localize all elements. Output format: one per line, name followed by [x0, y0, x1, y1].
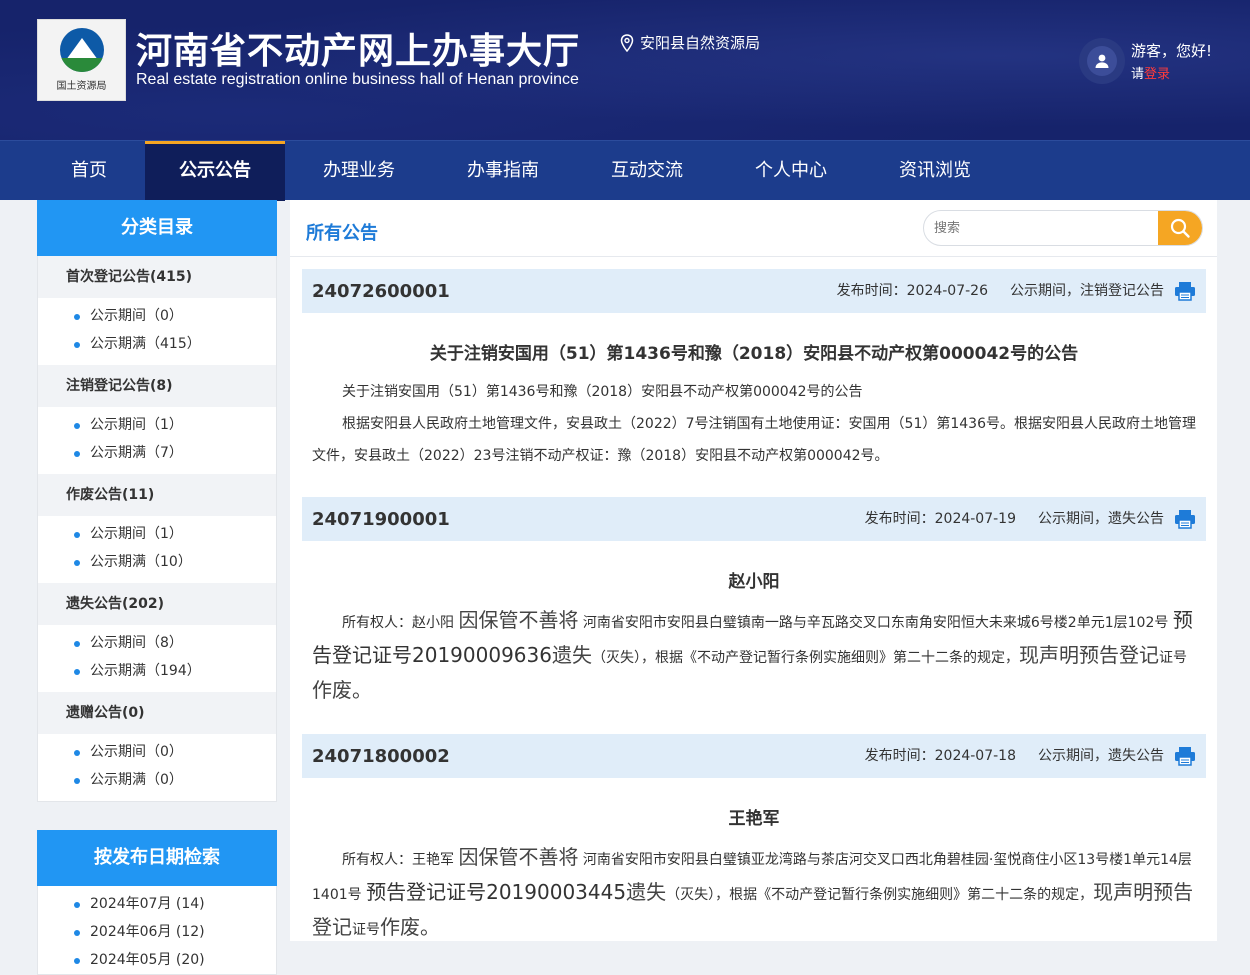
divider [290, 256, 1217, 257]
category-list: 首次登记公告(415) 公示期间（0） 公示期满（415） 注销登记公告(8) … [37, 256, 277, 802]
date-item[interactable]: 2024年06月 (12) [38, 918, 276, 946]
sub-item-in-period[interactable]: 公示期间（0） [38, 302, 276, 330]
lost-word: 遗失 [626, 880, 667, 904]
login-line: 请登录 [1131, 63, 1170, 82]
announcement-status: 公示期间，遗失公告 [1038, 511, 1164, 527]
sidebar: 分类目录 首次登记公告(415) 公示期间（0） 公示期满（415） 注销登记公… [37, 200, 277, 975]
declaration: 现声明预告登记 [1018, 643, 1159, 667]
page-title: 所有公告 [306, 223, 378, 244]
body-paragraph: 所有权人：王艳军 因保管不善将 河南省安阳市安阳县白璧镇亚龙湾路与茶店河交叉口西… [312, 841, 1196, 946]
location-selector[interactable]: 安阳县自然资源局 [620, 32, 760, 53]
certificate-number: 预告登记证号20190003445 [366, 880, 627, 904]
body-line: 根据安阳县人民政府土地管理文件，安县政土（2022）7号注销国有土地使用证：安国… [312, 416, 1196, 464]
declaration-cert: 证号 [352, 922, 380, 938]
address: 河南省安阳市安阳县白璧镇南一路与辛瓦路交叉口东南角安阳恒大未来城6号楼2单元1层… [582, 615, 1169, 631]
declaration-cert: 证号 [1158, 650, 1187, 666]
announcement-status: 公示期间，注销登记公告 [1010, 283, 1164, 299]
nav-business[interactable]: 办理业务 [289, 141, 429, 201]
site-header: 国土资源局 河南省不动产网上办事大厅 Real estate registrat… [0, 0, 1250, 140]
announcement-body: 关于注销安国用（51）第1436号和豫（2018）安阳县不动产权第000042号… [302, 376, 1206, 472]
category-lost[interactable]: 遗失公告(202) [38, 583, 276, 625]
sub-item-expired[interactable]: 公示期满（415） [38, 330, 276, 358]
announcement-number[interactable]: 24072600001 [312, 281, 450, 302]
search-icon [1170, 218, 1190, 238]
date-search-heading: 按发布日期检索 [37, 830, 277, 886]
announcement-card: 24072600001 发布时间：2024-07-26 公示期间，注销登记公告 关… [302, 269, 1206, 472]
main-nav: 首页 公示公告 办理业务 办事指南 互动交流 个人中心 资讯浏览 [0, 140, 1250, 201]
announcement-header: 24072600001 发布时间：2024-07-26 公示期间，注销登记公告 [302, 269, 1206, 313]
sub-item-in-period[interactable]: 公示期间（0） [38, 738, 276, 766]
sub-item-expired[interactable]: 公示期满（194） [38, 657, 276, 685]
announcement-meta: 发布时间：2024-07-18 公示期间，遗失公告 [865, 734, 1164, 778]
user-icon [1095, 54, 1109, 68]
site-logo[interactable]: 国土资源局 [37, 19, 126, 101]
announcement-status: 公示期间，遗失公告 [1038, 748, 1164, 764]
date-item[interactable]: 2024年07月 (14) [38, 890, 276, 918]
owner: 所有权人：赵小阳 [342, 615, 454, 631]
category-cancellation[interactable]: 注销登记公告(8) [38, 365, 276, 407]
announcement-number[interactable]: 24071900001 [312, 509, 450, 530]
date-list: 2024年07月 (14) 2024年06月 (12) 2024年05月 (20… [37, 886, 277, 975]
nav-personal[interactable]: 个人中心 [721, 141, 861, 201]
announcement-title[interactable]: 关于注销安国用（51）第1436号和豫（2018）安阳县不动产权第000042号… [302, 339, 1206, 364]
sub-item-expired[interactable]: 公示期满（0） [38, 766, 276, 794]
search-input[interactable] [924, 211, 1160, 245]
announcement-meta: 发布时间：2024-07-19 公示期间，遗失公告 [865, 497, 1164, 541]
reason: 因保管不善将 [458, 608, 579, 632]
body-line: 关于注销安国用（51）第1436号和豫（2018）安阳县不动产权第000042号… [342, 384, 863, 400]
login-link[interactable]: 登录 [1144, 67, 1170, 82]
sub-item-in-period[interactable]: 公示期间（8） [38, 629, 276, 657]
sub-item-in-period[interactable]: 公示期间（1） [38, 520, 276, 548]
publish-date: 发布时间：2024-07-26 [836, 283, 988, 299]
sub-item-expired[interactable]: 公示期满（7） [38, 439, 276, 467]
emblem-icon [60, 28, 104, 72]
main-content: 所有公告 24072600001 发布时间：2024-07-26 公示期间，注销登… [290, 200, 1217, 941]
declaration-end: 作废。 [312, 678, 372, 702]
search-button[interactable] [1158, 211, 1202, 245]
login-prefix: 请 [1131, 67, 1145, 82]
publish-date: 发布时间：2024-07-19 [864, 511, 1016, 527]
location-label: 安阳县自然资源局 [640, 34, 761, 52]
announcement-body: 所有权人：赵小阳 因保管不善将 河南省安阳市安阳县白璧镇南一路与辛瓦路交叉口东南… [302, 604, 1206, 709]
announcement-card: 24071800002 发布时间：2024-07-18 公示期间，遗失公告 王艳军… [302, 734, 1206, 946]
search-box [923, 210, 1203, 246]
announcement-title[interactable]: 王艳军 [302, 804, 1206, 829]
publish-date: 发布时间：2024-07-18 [864, 748, 1016, 764]
sub-item-expired[interactable]: 公示期满（10） [38, 548, 276, 576]
print-icon[interactable] [1174, 509, 1196, 529]
announcement-header: 24071900001 发布时间：2024-07-19 公示期间，遗失公告 [302, 497, 1206, 541]
declaration-end: 作废。 [380, 915, 440, 939]
owner: 所有权人：王艳军 [342, 852, 454, 868]
logo-text: 国土资源局 [56, 81, 107, 92]
announcement-body: 所有权人：王艳军 因保管不善将 河南省安阳市安阳县白璧镇亚龙湾路与茶店河交叉口西… [302, 841, 1206, 946]
avatar[interactable] [1079, 38, 1125, 84]
print-icon[interactable] [1174, 746, 1196, 766]
lost-word: 遗失 [551, 643, 592, 667]
site-title: 河南省不动产网上办事大厅 [136, 31, 581, 72]
announcement-card: 24071900001 发布时间：2024-07-19 公示期间，遗失公告 赵小阳… [302, 497, 1206, 709]
location-pin-icon [620, 33, 634, 52]
date-item[interactable]: 2024年05月 (20) [38, 946, 276, 974]
nav-guide[interactable]: 办事指南 [433, 141, 573, 201]
lost-text: （灭失），根据《不动产登记暂行条例实施细则》第二十二条的规定， [591, 650, 1019, 666]
greeting: 游客，您好! [1131, 42, 1213, 60]
nav-home[interactable]: 首页 [37, 141, 141, 201]
category-bequest[interactable]: 遗赠公告(0) [38, 692, 276, 734]
lost-text: （灭失），根据《不动产登记暂行条例实施细则》第二十二条的规定， [666, 887, 1094, 903]
category-void[interactable]: 作废公告(11) [38, 474, 276, 516]
announcement-number[interactable]: 24071800002 [312, 746, 450, 767]
nav-announcements[interactable]: 公示公告 [145, 141, 285, 201]
category-heading: 分类目录 [37, 200, 277, 256]
category-first-registration[interactable]: 首次登记公告(415) [38, 256, 276, 298]
sub-item-in-period[interactable]: 公示期间（1） [38, 411, 276, 439]
reason: 因保管不善将 [458, 845, 579, 869]
announcement-title[interactable]: 赵小阳 [302, 567, 1206, 592]
announcement-meta: 发布时间：2024-07-26 公示期间，注销登记公告 [837, 269, 1164, 313]
site-subtitle: Real estate registration online business… [136, 71, 579, 88]
announcement-header: 24071800002 发布时间：2024-07-18 公示期间，遗失公告 [302, 734, 1206, 778]
print-icon[interactable] [1174, 281, 1196, 301]
body-paragraph: 所有权人：赵小阳 因保管不善将 河南省安阳市安阳县白璧镇南一路与辛瓦路交叉口东南… [312, 604, 1196, 709]
nav-news[interactable]: 资讯浏览 [865, 141, 1005, 201]
nav-interaction[interactable]: 互动交流 [577, 141, 717, 201]
